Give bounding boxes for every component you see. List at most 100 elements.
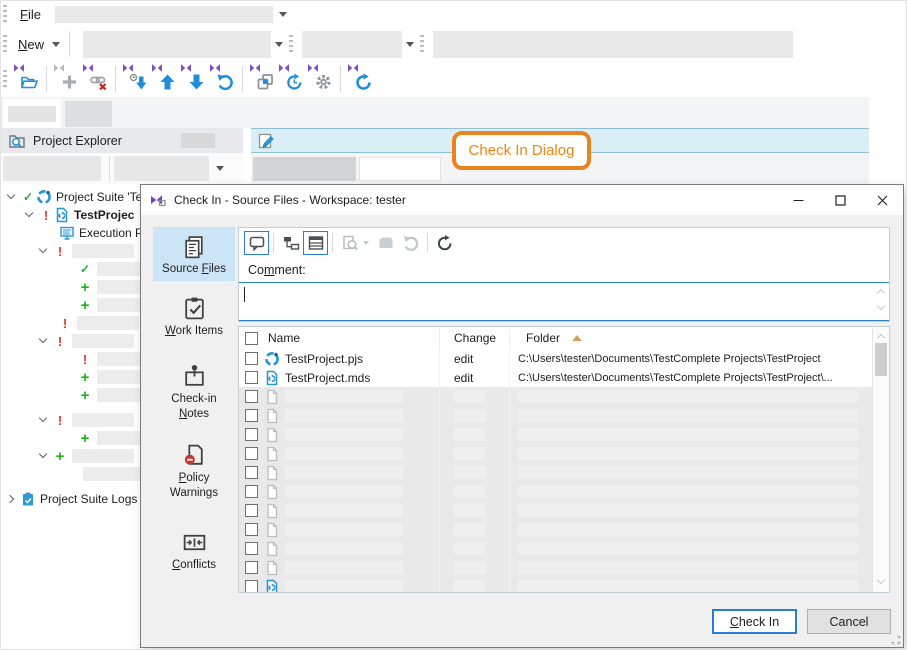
project-explorer-header[interactable]: Project Explorer [1, 128, 243, 153]
tree-chevron-icon[interactable] [23, 208, 38, 222]
table-row[interactable] [239, 558, 872, 577]
undo-changes-button[interactable] [208, 64, 237, 94]
scroll-up-icon[interactable] [877, 332, 885, 340]
tree-chevron-icon[interactable] [37, 244, 52, 258]
tree-view-button[interactable] [278, 231, 303, 255]
column-header-name[interactable]: Name [268, 331, 300, 345]
row-checkbox[interactable] [245, 447, 258, 460]
chevron-down-icon[interactable] [216, 166, 224, 171]
table-row[interactable] [239, 501, 872, 520]
minimize-button[interactable] [777, 185, 819, 215]
row-checkbox[interactable] [245, 523, 258, 536]
tab-placeholder[interactable] [359, 157, 441, 181]
resize-grip[interactable] [891, 635, 901, 645]
add-button[interactable] [52, 64, 81, 94]
sidebar-item-check-in-notes[interactable]: Check-in Notes [153, 357, 235, 426]
chevron-down-icon[interactable] [877, 303, 885, 311]
tree-chevron-icon[interactable] [37, 413, 52, 427]
unbind-button[interactable] [81, 64, 110, 94]
table-row[interactable] [239, 463, 872, 482]
toolbar-grip[interactable] [289, 35, 293, 53]
tree-chevron-icon[interactable] [37, 334, 52, 348]
table-row[interactable] [239, 577, 872, 593]
table-row[interactable]: TestProject.mds edit C:\Users\tester\Doc… [239, 368, 872, 387]
row-checkbox[interactable] [245, 580, 258, 593]
tree-chevron-icon[interactable] [5, 492, 20, 506]
toolbar-grip[interactable] [420, 35, 424, 53]
undo-button[interactable] [398, 231, 423, 255]
sidebar-item-work-items[interactable]: Work Items [153, 289, 235, 343]
table-row[interactable] [239, 539, 872, 558]
refresh-button[interactable] [346, 64, 375, 94]
scrollbar-thumb[interactable] [875, 343, 887, 376]
folder-placeholder [518, 390, 858, 403]
row-checkbox[interactable] [245, 466, 258, 479]
row-checkbox[interactable] [245, 390, 258, 403]
toolbar-grip[interactable] [3, 5, 7, 23]
table-row[interactable] [239, 444, 872, 463]
inactive-tab[interactable] [65, 101, 112, 127]
tab-placeholder[interactable] [253, 157, 356, 181]
select-all-checkbox[interactable] [245, 332, 258, 345]
dialog-titlebar[interactable]: Check In - Source Files - Workspace: tes… [141, 185, 903, 215]
refresh-button[interactable] [432, 231, 457, 255]
sidebar-item-source-files[interactable]: Source Files [153, 227, 235, 281]
row-checkbox[interactable] [245, 485, 258, 498]
compare-button[interactable] [248, 64, 277, 94]
toolbar-grip[interactable] [3, 35, 7, 53]
toolbar-combo[interactable] [302, 31, 402, 58]
chevron-down-icon[interactable] [363, 241, 369, 245]
toolbar-grip[interactable] [3, 70, 7, 88]
edit-icon[interactable] [257, 132, 275, 150]
cancel-button[interactable]: Cancel [807, 609, 891, 634]
active-tab[interactable] [3, 99, 61, 128]
row-checkbox[interactable] [245, 371, 258, 384]
show-comment-button[interactable] [244, 231, 269, 255]
table-row[interactable] [239, 387, 872, 406]
table-row[interactable]: TestProject.pjs edit C:\Users\tester\Doc… [239, 349, 872, 368]
options-button[interactable] [306, 64, 335, 94]
chevron-down-icon[interactable] [406, 42, 414, 47]
table-row[interactable] [239, 482, 872, 501]
chevron-down-icon[interactable] [275, 42, 283, 47]
find-button[interactable] [337, 231, 362, 255]
table-row[interactable] [239, 406, 872, 425]
table-row[interactable] [239, 425, 872, 444]
close-button[interactable] [861, 185, 903, 215]
tree-chevron-icon[interactable] [37, 449, 52, 463]
chevron-down-icon[interactable] [52, 42, 60, 47]
open-project-button[interactable] [12, 64, 41, 94]
row-checkbox[interactable] [245, 409, 258, 422]
get-latest-button[interactable] [121, 64, 150, 94]
menu-file[interactable]: File [12, 4, 51, 25]
check-in-button[interactable]: Check In [712, 609, 797, 634]
toolbar-combo[interactable] [83, 31, 271, 58]
chevron-up-icon[interactable] [877, 287, 885, 295]
file-type-icon [264, 408, 281, 424]
new-button[interactable]: New [12, 37, 48, 52]
table-row[interactable] [239, 520, 872, 539]
shelve-button[interactable] [373, 231, 398, 255]
chevron-down-icon[interactable] [279, 12, 287, 17]
change-placeholder [454, 580, 486, 593]
column-header-folder[interactable]: Folder [526, 331, 560, 345]
tree-item-placeholder [72, 449, 134, 463]
toolbar-separator [340, 66, 341, 92]
scroll-down-icon[interactable] [877, 577, 885, 585]
flat-list-button[interactable] [303, 231, 328, 255]
row-checkbox[interactable] [245, 561, 258, 574]
row-checkbox[interactable] [245, 428, 258, 441]
row-checkbox[interactable] [245, 542, 258, 555]
sidebar-item-conflicts[interactable]: Conflicts [153, 523, 235, 577]
row-checkbox[interactable] [245, 504, 258, 517]
vertical-scrollbar[interactable] [872, 327, 889, 592]
column-header-change[interactable]: Change [454, 331, 496, 345]
maximize-button[interactable] [819, 185, 861, 215]
check-out-button[interactable] [179, 64, 208, 94]
sidebar-item-policy-warnings[interactable]: Policy Warnings [153, 436, 235, 505]
history-button[interactable] [277, 64, 306, 94]
row-checkbox[interactable] [245, 352, 258, 365]
tree-chevron-icon[interactable] [5, 190, 20, 204]
comment-input[interactable] [239, 282, 889, 321]
check-in-button[interactable] [150, 64, 179, 94]
